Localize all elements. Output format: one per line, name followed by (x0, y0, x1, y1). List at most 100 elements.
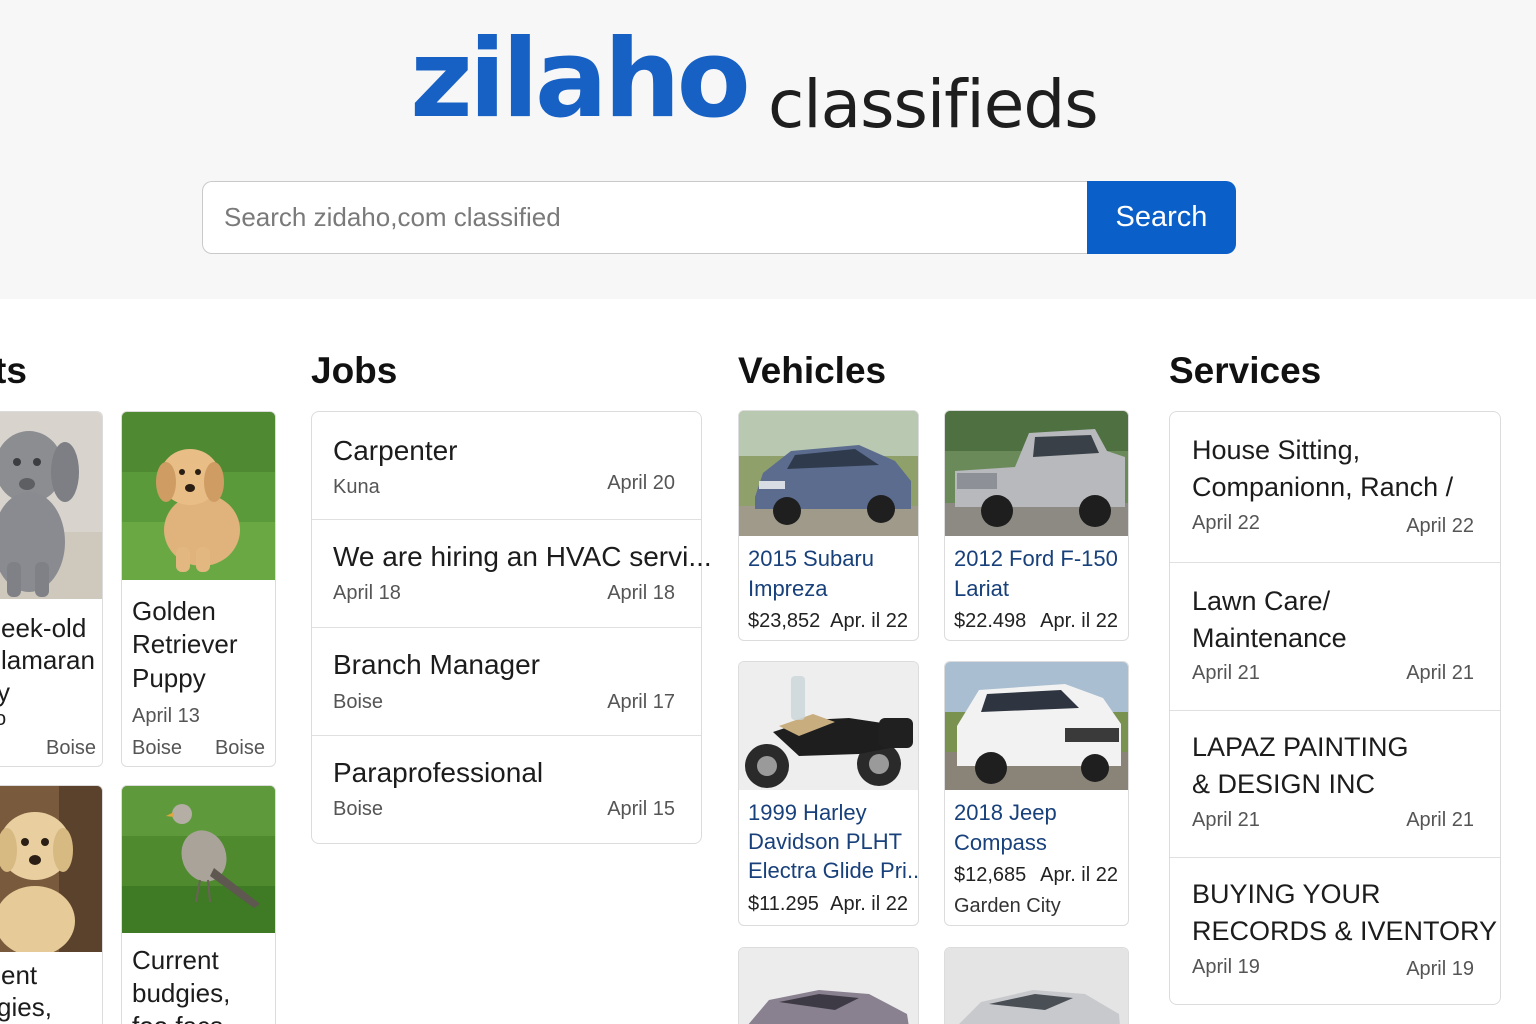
vehicle-date: Apr. il 22 (1040, 610, 1118, 632)
job-listing[interactable]: Carpenter Kuna April 20 (312, 412, 701, 520)
blue-hatchback-image (739, 411, 918, 536)
vehicle-price: $22.498 (954, 610, 1027, 632)
job-date: April 18 (607, 582, 675, 604)
pet-title-line: Puppy (132, 663, 206, 693)
vehicle-price: $12,685 (954, 864, 1027, 886)
vehicle-title-line: 1999 Harley (748, 800, 867, 825)
service-title-line: & DESIGN INC (1192, 769, 1376, 799)
vehicle-card[interactable]: 2012 Ford F-150 Lariat $22.498 Apr. il 2… (944, 410, 1129, 641)
pet-title-line: Current (132, 945, 219, 975)
silver-pickup-truck-image (945, 411, 1128, 536)
white-suv-image (945, 662, 1128, 790)
pet-title-line: gies, (0, 992, 52, 1022)
weimaraner-puppy-image (0, 412, 102, 599)
search-button[interactable]: Search (1087, 181, 1236, 254)
service-title-line: LAPAZ PAINTING (1192, 732, 1409, 762)
pet-title-line: budgies, (132, 978, 231, 1008)
service-date: April 22 (1406, 515, 1474, 537)
job-location: Boise (333, 691, 384, 713)
service-title-line: Companionn, Ranch / (1192, 472, 1454, 502)
service-date: April 19 (1192, 956, 1260, 978)
section-title-pets[interactable]: ts (0, 352, 27, 389)
services-list: House Sitting, Companionn, Ranch / April… (1169, 411, 1501, 1005)
job-location: April 18 (333, 582, 401, 604)
service-title-line: Maintenance (1192, 623, 1347, 653)
vehicle-title-line: 2018 Jeep (954, 800, 1057, 825)
pet-title-line: foo facs (132, 1009, 223, 1024)
vehicle-title-line: 2015 Subaru (748, 546, 874, 571)
vehicle-location: Garden City (954, 895, 1061, 917)
vehicle-card[interactable] (944, 947, 1129, 1024)
pet-title-line: Retriever (132, 629, 238, 659)
pet-title-line: ent (1, 960, 38, 990)
service-title-line: Lawn Care/ (1192, 586, 1331, 616)
section-title-vehicles[interactable]: Vehicles (738, 352, 886, 389)
job-title: We are hiring an HVAC servi... (333, 541, 712, 572)
job-date: April 17 (607, 691, 675, 713)
service-date: April 21 (1192, 809, 1260, 831)
service-date: April 21 (1192, 662, 1260, 684)
vehicle-card[interactable]: 1999 Harley Davidson PLHT Electra Glide … (738, 661, 919, 926)
service-date: April 22 (1192, 512, 1260, 534)
job-listing[interactable]: We are hiring an HVAC servi... April 18 … (312, 520, 712, 628)
jobs-list: Carpenter Kuna April 20 We are hiring an… (311, 411, 712, 844)
silver-sedan-image (945, 948, 1128, 1024)
vehicle-title-line: Electra Glide Pri... (748, 858, 919, 883)
vehicle-price: $23,852 (748, 610, 821, 632)
job-date: April 15 (607, 798, 675, 820)
pet-title-line: lamaran (1, 645, 95, 675)
vehicle-title-line: Lariat (954, 576, 1010, 601)
service-title-line: House Sitting, (1192, 435, 1361, 465)
vehicle-card[interactable] (738, 947, 919, 1024)
labrador-puppy-image (0, 786, 102, 952)
service-date: April 19 (1406, 958, 1474, 980)
pet-date: April 13 (132, 705, 200, 727)
pet-title-line: o (0, 702, 6, 736)
bird-on-grass-image (122, 786, 275, 933)
search-input[interactable] (202, 181, 1090, 254)
logo-brand[interactable]: zilaho (410, 26, 751, 134)
logo-suffix: classifieds (768, 66, 1099, 143)
vehicle-date: Apr. il 22 (1040, 864, 1118, 886)
job-location: Kuna (333, 476, 380, 498)
pet-location: Boise (46, 737, 97, 759)
job-title: Branch Manager (333, 649, 541, 680)
service-listing[interactable]: BUYING YOUR RECORDS & IVENTORY April 19 … (1170, 858, 1500, 1004)
pet-card[interactable]: Current budgies, foo facs (121, 785, 276, 1024)
service-listing[interactable]: LAPAZ PAINTING & DESIGN INC April 21 Apr… (1170, 711, 1500, 858)
service-listing[interactable]: Lawn Care/ Maintenance April 21 April 21 (1170, 563, 1500, 711)
job-listing[interactable]: Branch Manager Boise April 17 (312, 628, 701, 736)
job-title: Paraprofessional (333, 757, 544, 788)
pet-card[interactable]: ent gies, (0, 785, 103, 1024)
vehicle-title-line: Compass (954, 830, 1047, 855)
vehicle-price: $11.295 (748, 893, 819, 915)
job-listing[interactable]: Paraprofessional Boise April 15 (312, 736, 701, 843)
service-date: April 21 (1406, 662, 1474, 684)
section-title-jobs[interactable]: Jobs (311, 352, 397, 389)
vehicle-title-line: Davidson PLHT (748, 829, 903, 854)
vehicle-card[interactable]: 2015 Subaru Impreza $23,852 Apr. il 22 (738, 410, 919, 641)
gray-sedan-image (739, 948, 918, 1024)
job-title: Carpenter (333, 435, 458, 466)
job-date: April 20 (607, 472, 675, 494)
vehicle-title-line: 2012 Ford F-150 (954, 546, 1118, 571)
golden-retriever-puppy-image (122, 412, 275, 580)
service-title-line: BUYING YOUR (1192, 879, 1381, 909)
vehicle-title-line: Impreza (748, 576, 828, 601)
pet-card[interactable]: Golden Retriever Puppy April 13 Boise Bo… (121, 411, 276, 767)
pet-location: Boise (214, 737, 265, 759)
job-location: Boise (333, 798, 384, 820)
pet-location: Boise (132, 737, 183, 759)
service-title-line: RECORDS & IVENTORY (1192, 916, 1498, 946)
service-date: April 21 (1406, 809, 1474, 831)
pet-title-line: Golden (132, 596, 216, 626)
pet-card[interactable]: eek-old lamaran y o Boise (0, 411, 103, 767)
motorcycle-image (739, 662, 918, 790)
vehicle-date: Apr. il 22 (830, 610, 908, 632)
vehicle-date: Apr. il 22 (830, 893, 908, 915)
section-title-services[interactable]: Services (1169, 352, 1321, 389)
vehicle-card[interactable]: 2018 Jeep Compass $12,685 Apr. il 22 Gar… (944, 661, 1129, 926)
service-listing[interactable]: House Sitting, Companionn, Ranch / April… (1170, 412, 1500, 563)
pet-title-line: eek-old (1, 613, 87, 643)
site-header: zilaho classifieds Search (0, 0, 1536, 299)
